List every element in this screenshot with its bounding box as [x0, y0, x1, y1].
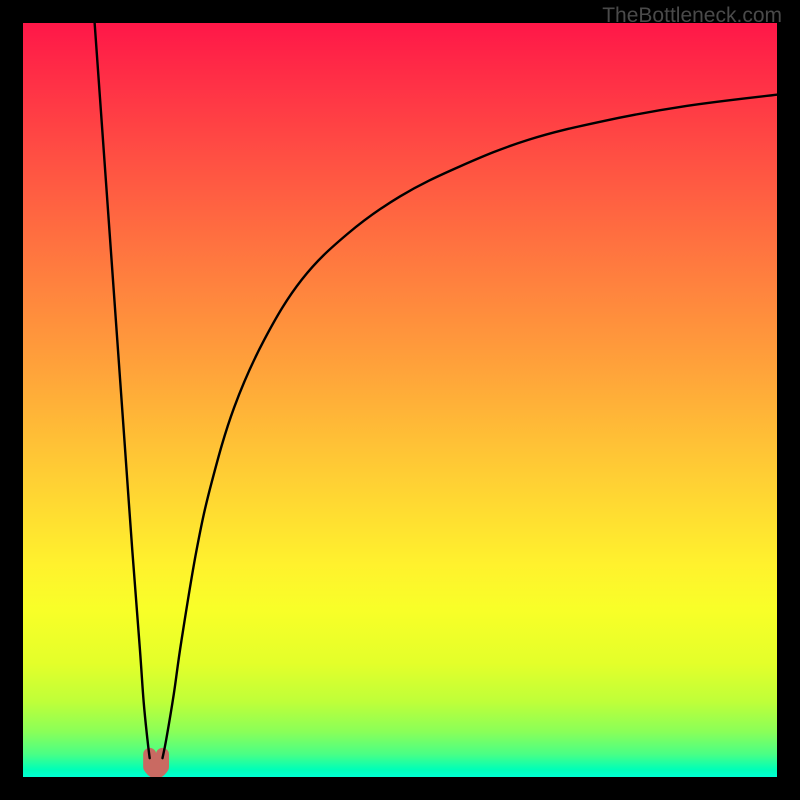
curve-group — [95, 23, 777, 758]
plot-area — [23, 23, 777, 777]
watermark-text: TheBottleneck.com — [602, 4, 782, 28]
valley-band-path — [150, 754, 163, 772]
right-branch-curve — [162, 95, 777, 759]
valley-annotation — [150, 754, 163, 772]
chart-svg — [23, 23, 777, 777]
left-branch-curve — [95, 23, 150, 758]
